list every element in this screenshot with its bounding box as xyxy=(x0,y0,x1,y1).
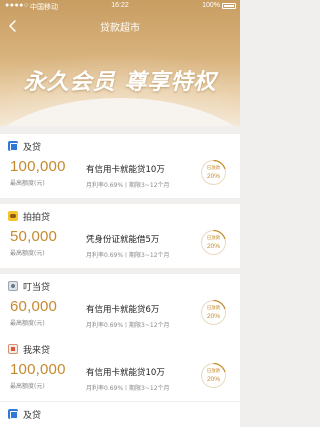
lender-name: 叮当贷 xyxy=(23,282,51,293)
page-title: 贷款超市 xyxy=(100,23,140,34)
card-header: 叮当贷 xyxy=(8,280,51,293)
lender-logo-icon xyxy=(8,141,18,151)
lender-name: 拍拍贷 xyxy=(23,212,51,223)
card-header: 及贷 xyxy=(8,140,42,153)
lender-logo-icon xyxy=(8,344,18,354)
loan-details: 月利率0.69%丨期限3~12个月 xyxy=(86,385,170,392)
badge-label: 已放款 xyxy=(206,236,221,241)
lender-name: 我来贷 xyxy=(23,345,51,356)
nav-bar: 贷款超市 xyxy=(0,14,240,36)
card-header: 拍拍贷 xyxy=(8,210,51,223)
loan-card[interactable]: 拍拍贷 50,000 最高额度(元) 凭身份证就能借5万 月利率0.69%丨期限… xyxy=(0,204,240,268)
loan-details: 月利率0.69%丨期限3~12个月 xyxy=(86,252,170,259)
header-banner: ●●●●○ 中国移动 16:22 100% 贷款超市 永久会员 尊享特权 xyxy=(0,0,240,126)
badge-value: 20% xyxy=(206,173,220,180)
battery-indicator: 100% xyxy=(202,2,236,9)
loan-card[interactable]: 叮当贷 60,000 最高额度(元) 有信用卡就能贷6万 月利率0.69%丨期限… xyxy=(0,274,240,338)
lender-logo-icon xyxy=(8,409,18,419)
badge-value: 20% xyxy=(206,243,220,250)
disbursed-progress-badge: 已放款 20% xyxy=(200,362,227,389)
badge-value: 20% xyxy=(206,313,220,320)
banner-title: 永久会员 尊享特权 xyxy=(23,70,217,95)
badge-label: 已放款 xyxy=(206,369,221,374)
max-amount: 60,000 xyxy=(10,298,58,315)
max-amount: 100,000 xyxy=(10,158,66,175)
loan-details: 月利率0.69%丨期限3~12个月 xyxy=(86,322,170,329)
disbursed-progress-badge: 已放款 20% xyxy=(200,299,227,326)
amount-caption: 最高额度(元) xyxy=(10,383,45,390)
max-amount: 100,000 xyxy=(10,361,66,378)
loan-card[interactable]: 我来贷 100,000 最高额度(元) 有信用卡就能贷10万 月利率0.69%丨… xyxy=(0,337,240,401)
battery-icon xyxy=(222,2,236,9)
badge-label: 已放款 xyxy=(206,306,221,311)
disbursed-progress-badge: 已放款 20% xyxy=(200,229,227,256)
disbursed-progress-badge: 已放款 20% xyxy=(200,159,227,186)
loan-card[interactable]: 及贷 xyxy=(0,402,240,427)
loan-feature: 有信用卡就能贷10万 xyxy=(86,368,165,378)
amount-caption: 最高额度(元) xyxy=(10,180,45,187)
badge-label: 已放款 xyxy=(206,166,221,171)
loan-feature: 凭身份证就能借5万 xyxy=(86,235,160,245)
loan-card[interactable]: 及贷 100,000 最高额度(元) 有信用卡就能贷10万 月利率0.69%丨期… xyxy=(0,134,240,198)
lender-name: 及贷 xyxy=(23,142,42,153)
battery-percent: 100% xyxy=(202,2,220,9)
lender-logo-icon xyxy=(8,281,18,291)
badge-value: 20% xyxy=(206,376,220,383)
banner-arc xyxy=(0,98,240,126)
loan-feature: 有信用卡就能贷10万 xyxy=(86,165,165,175)
loan-details: 月利率0.69%丨期限3~12个月 xyxy=(86,182,170,189)
status-bar: ●●●●○ 中国移动 16:22 100% xyxy=(0,0,240,12)
amount-caption: 最高额度(元) xyxy=(10,320,45,327)
amount-caption: 最高额度(元) xyxy=(10,250,45,257)
lender-name: 及贷 xyxy=(23,410,42,421)
loan-feature: 有信用卡就能贷6万 xyxy=(86,305,160,315)
lender-logo-icon xyxy=(8,211,18,221)
max-amount: 50,000 xyxy=(10,228,58,245)
card-header: 我来贷 xyxy=(8,343,51,356)
card-header: 及贷 xyxy=(8,408,42,421)
